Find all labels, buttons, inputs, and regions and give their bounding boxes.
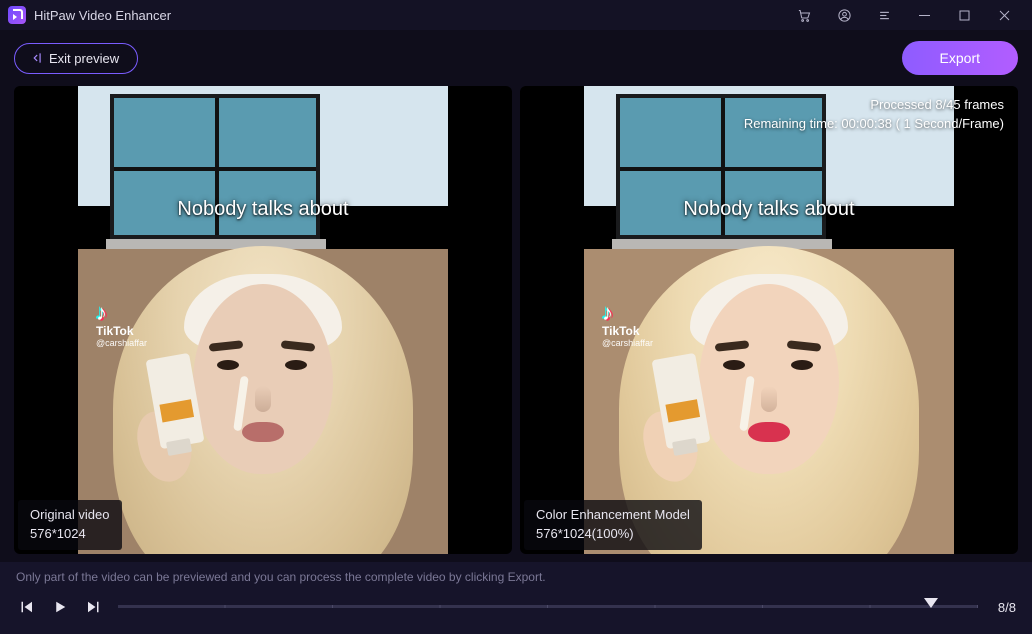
- window-maximize-icon[interactable]: [944, 0, 984, 30]
- exit-preview-label: Exit preview: [49, 51, 119, 66]
- tiktok-logo-icon: [602, 300, 624, 324]
- timeline[interactable]: [118, 596, 978, 618]
- cart-icon[interactable]: [784, 0, 824, 30]
- enhanced-resolution: 576*1024(100%): [536, 525, 690, 544]
- preview-hint: Only part of the video can be previewed …: [16, 570, 1016, 584]
- frame-counter: 8/8: [998, 600, 1016, 615]
- window-minimize-icon[interactable]: [904, 0, 944, 30]
- next-frame-button[interactable]: [84, 597, 104, 617]
- window-close-icon[interactable]: [984, 0, 1024, 30]
- enhanced-title: Color Enhancement Model: [536, 506, 690, 525]
- play-button[interactable]: [50, 597, 70, 617]
- original-panel: Nobody talks about TikTok @carshiaffar O…: [14, 86, 512, 554]
- original-resolution: 576*1024: [30, 525, 110, 544]
- menu-icon[interactable]: [864, 0, 904, 30]
- compare-area: Nobody talks about TikTok @carshiaffar O…: [14, 86, 1018, 554]
- app-title: HitPaw Video Enhancer: [34, 8, 171, 23]
- exit-preview-button[interactable]: Exit preview: [14, 43, 138, 74]
- bottom-bar: Only part of the video can be previewed …: [0, 562, 1032, 634]
- export-button[interactable]: Export: [902, 41, 1018, 75]
- processed-frames-text: Processed 8/45 frames: [744, 96, 1004, 115]
- playback-controls: 8/8: [16, 596, 1016, 618]
- tiktok-watermark: TikTok @carshiaffar: [602, 300, 653, 348]
- account-icon[interactable]: [824, 0, 864, 30]
- previous-frame-button[interactable]: [16, 597, 36, 617]
- playhead-icon[interactable]: [924, 598, 938, 608]
- video-caption: Nobody talks about: [177, 198, 348, 221]
- tiktok-watermark: TikTok @carshiaffar: [96, 300, 147, 348]
- enhanced-panel: Nobody talks about TikTok @carshiaffar P…: [520, 86, 1018, 554]
- original-frame: Nobody talks about TikTok @carshiaffar: [78, 86, 448, 554]
- titlebar: HitPaw Video Enhancer: [0, 0, 1032, 30]
- tiktok-logo-icon: [96, 300, 118, 324]
- enhanced-panel-label: Color Enhancement Model 576*1024(100%): [524, 500, 702, 550]
- exit-icon: [29, 51, 43, 65]
- toolbar: Exit preview Export: [0, 30, 1032, 86]
- app-logo-icon: [8, 6, 26, 24]
- original-title: Original video: [30, 506, 110, 525]
- video-caption: Nobody talks about: [683, 198, 854, 221]
- original-panel-label: Original video 576*1024: [18, 500, 122, 550]
- processing-status: Processed 8/45 frames Remaining time: 00…: [744, 96, 1004, 134]
- remaining-time-text: Remaining time: 00:00:38 ( 1 Second/Fram…: [744, 115, 1004, 134]
- enhanced-frame: Nobody talks about TikTok @carshiaffar: [584, 86, 954, 554]
